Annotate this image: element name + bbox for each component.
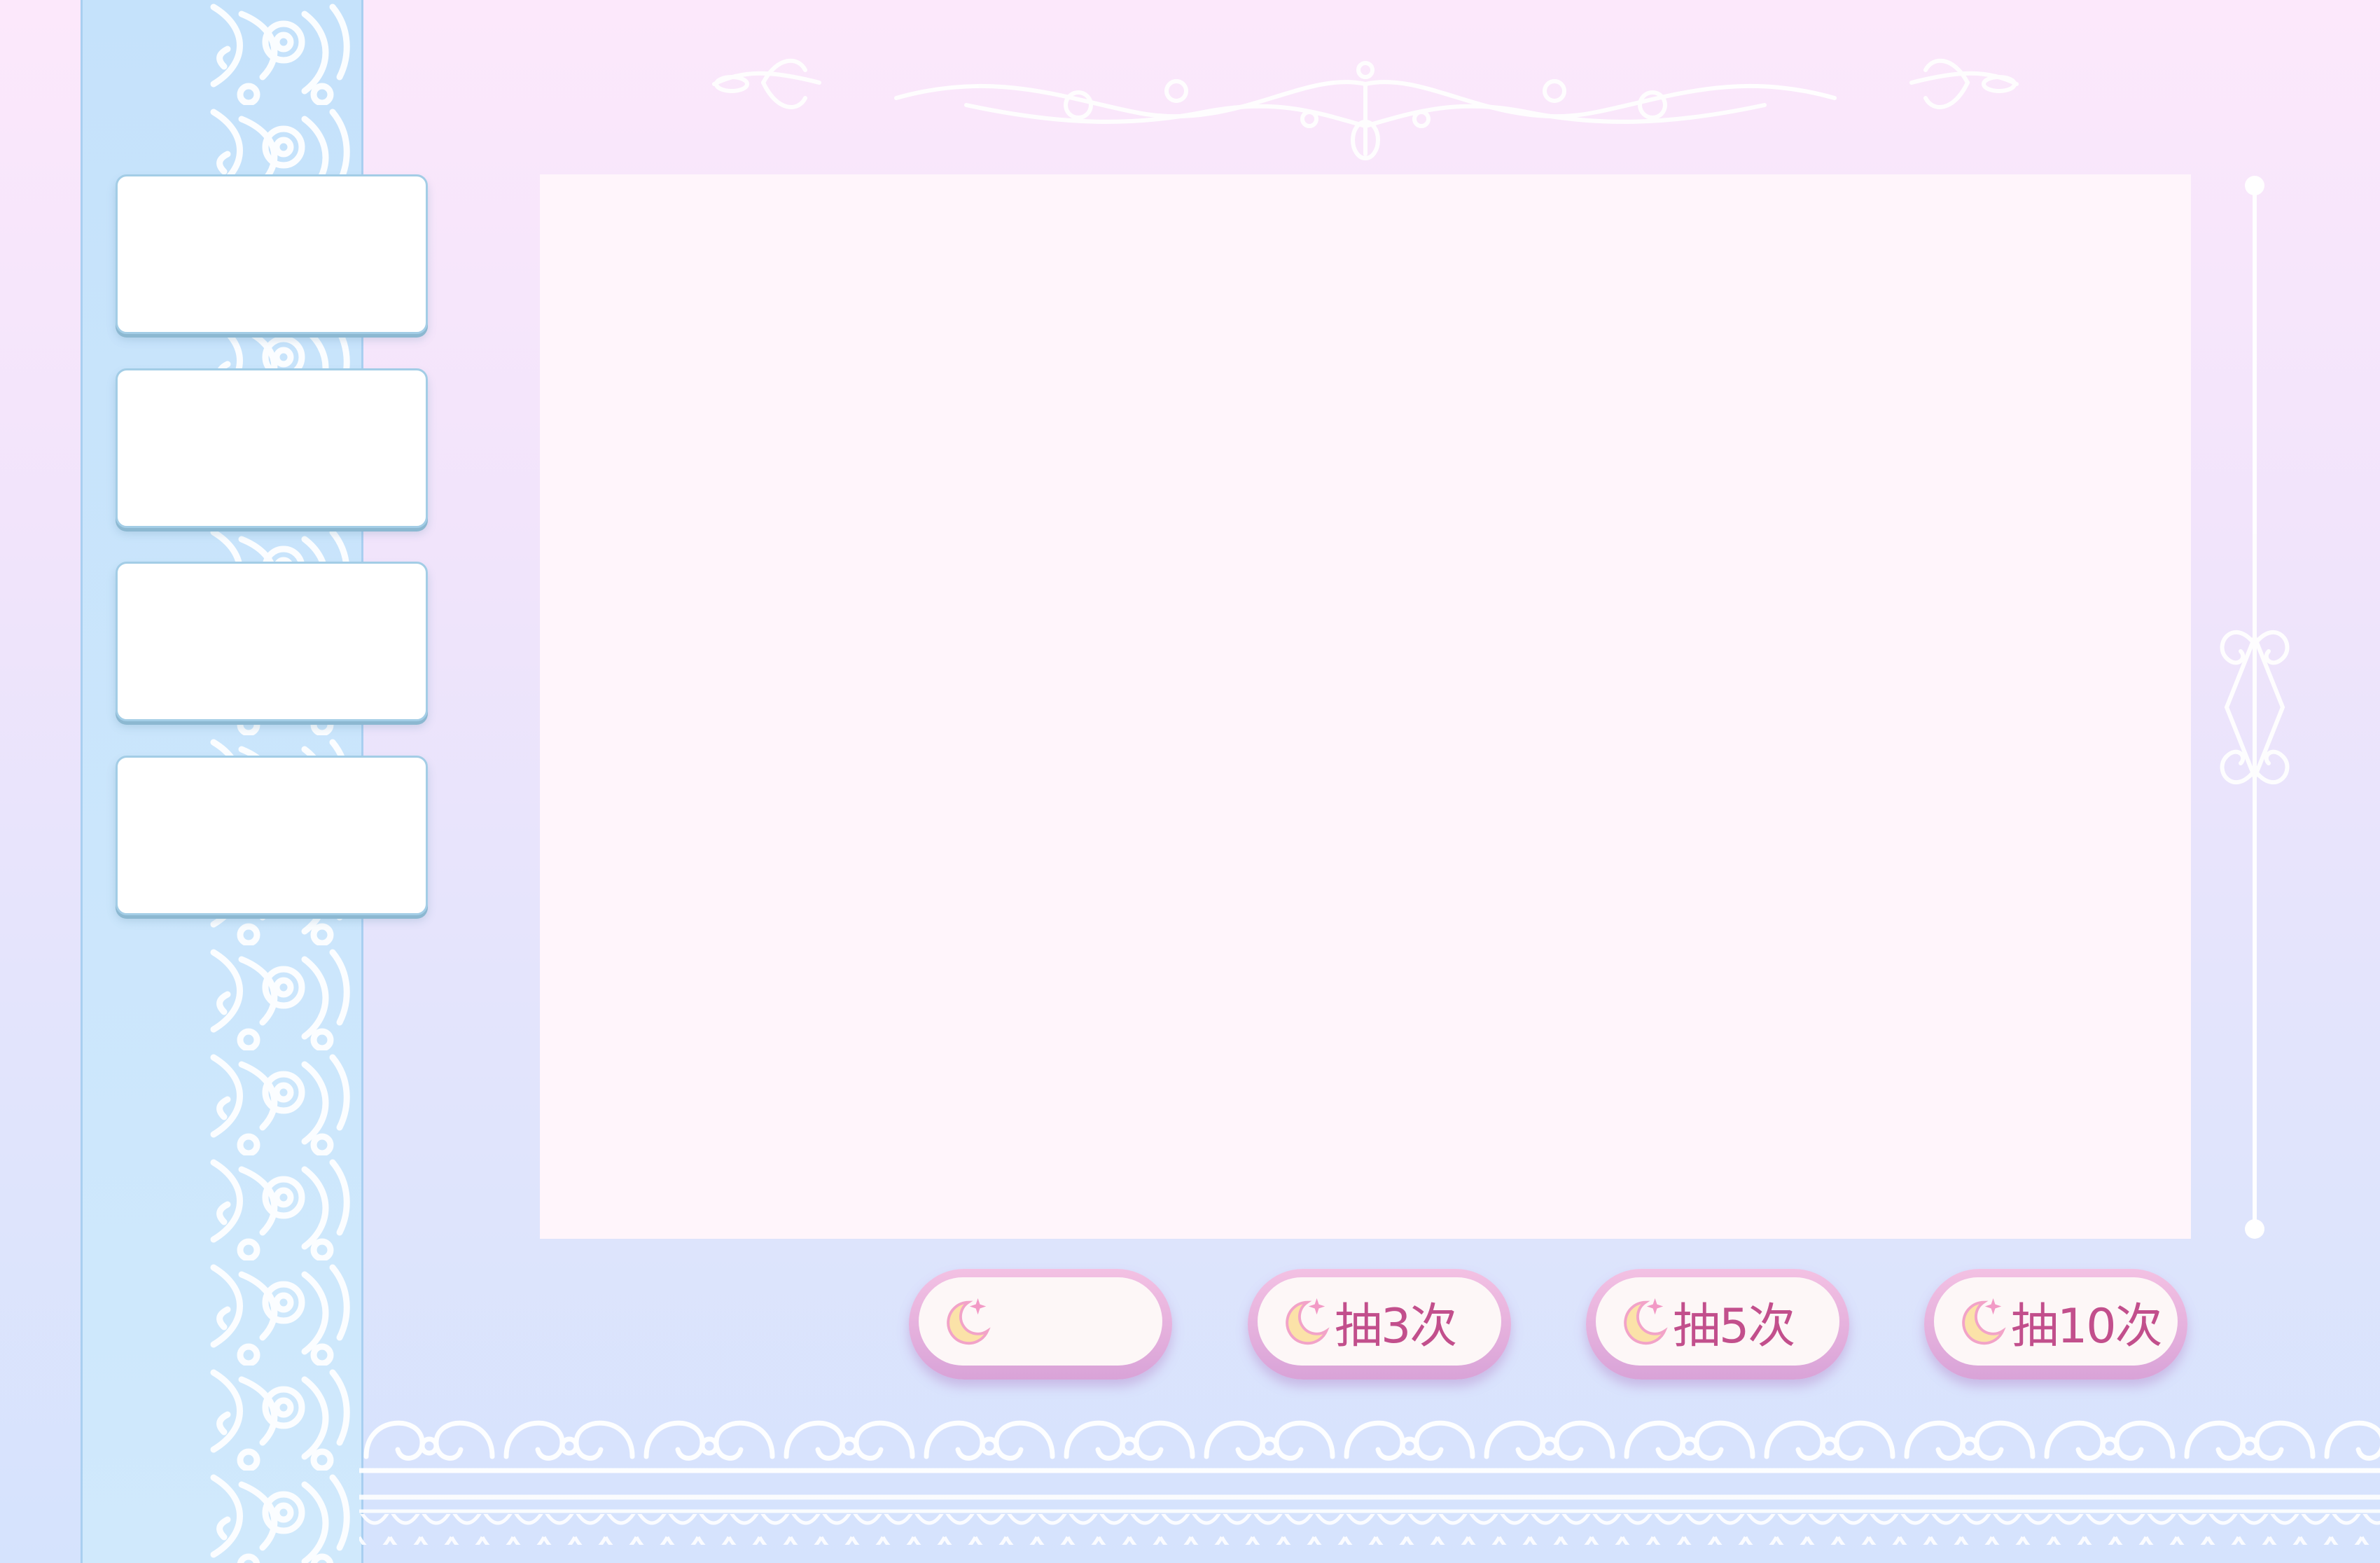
top-flourish-ornament bbox=[712, 58, 2019, 160]
draw-10-button[interactable]: 抽10次 bbox=[1924, 1269, 2187, 1380]
sidebar-card-4[interactable] bbox=[116, 756, 428, 915]
draw-once-button[interactable] bbox=[909, 1269, 1172, 1380]
sidebar-card-2[interactable] bbox=[116, 368, 428, 528]
main-display-panel bbox=[540, 174, 2191, 1239]
moon-star-icon bbox=[1624, 1298, 1668, 1345]
bottom-lace-border bbox=[359, 1394, 2380, 1545]
moon-star-icon bbox=[1962, 1298, 2006, 1345]
moon-star-icon bbox=[947, 1298, 991, 1345]
sidebar-card-3[interactable] bbox=[116, 562, 428, 721]
draw-3-button[interactable]: 抽3次 bbox=[1248, 1269, 1511, 1380]
draw-5-button[interactable]: 抽5次 bbox=[1586, 1269, 1849, 1380]
draw-3-label: 抽3次 bbox=[1335, 1298, 1457, 1354]
moon-star-icon bbox=[1286, 1298, 1330, 1345]
draw-10-label: 抽10次 bbox=[2011, 1298, 2163, 1354]
sidebar-card-1[interactable] bbox=[116, 174, 428, 334]
draw-5-label: 抽5次 bbox=[1673, 1298, 1795, 1354]
gacha-screen: 抽3次 抽5次 抽10次 bbox=[0, 0, 2380, 1563]
right-vertical-ornament bbox=[2220, 176, 2290, 1239]
